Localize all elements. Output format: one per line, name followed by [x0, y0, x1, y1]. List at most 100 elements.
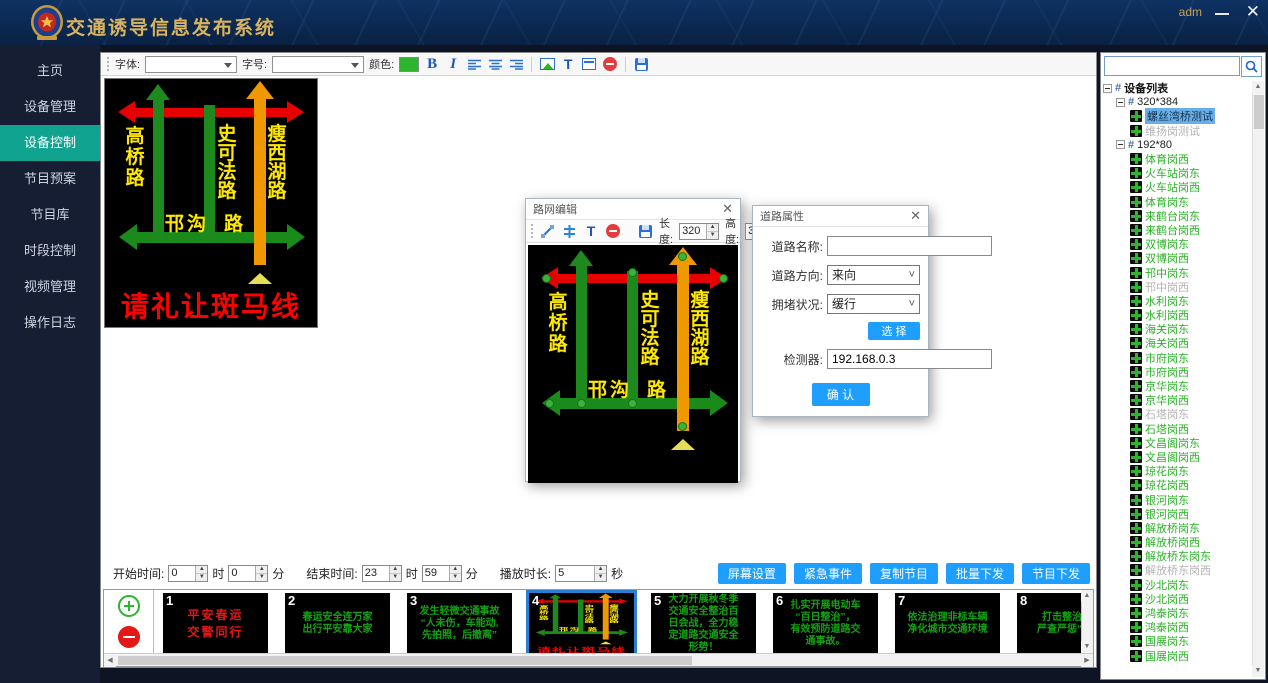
program-thumb-1[interactable]: 1平安春运交警同行 — [163, 593, 268, 653]
start-minute-stepper[interactable]: 0▲▼ — [228, 565, 268, 582]
user-name[interactable]: adm — [1179, 5, 1202, 19]
color-swatch[interactable] — [399, 57, 419, 72]
select-button[interactable]: 选 择 — [868, 322, 920, 340]
map-node-handle[interactable] — [678, 252, 687, 261]
tree-item[interactable]: 来鹤台岗东 — [1130, 209, 1251, 223]
editor-canvas[interactable]: 高桥路 史可法路 瘦西湖路 邗沟 路 请礼让斑马线 — [528, 245, 738, 483]
tree-item[interactable]: 银河岗西 — [1130, 507, 1251, 521]
bold-button[interactable]: B — [424, 55, 440, 73]
tree-item[interactable]: 解放桥东岗东 — [1130, 549, 1251, 563]
tree-item[interactable]: 银河岗东 — [1130, 492, 1251, 506]
tree-root[interactable]: #设备列表 — [1103, 81, 1251, 95]
font-select[interactable] — [145, 56, 237, 73]
confirm-button[interactable]: 确 认 — [812, 383, 870, 406]
font-size-select[interactable] — [272, 56, 364, 73]
sidebar-item-6[interactable]: 视频管理 — [0, 269, 100, 305]
program-thumb-2[interactable]: 2春运安全连万家出行平安靠大家 — [285, 593, 390, 653]
sidebar-item-4[interactable]: 节目库 — [0, 197, 100, 233]
close-icon[interactable]: ✕ — [910, 208, 921, 224]
tree-item[interactable]: 邗中岗东 — [1130, 265, 1251, 279]
program-send-button[interactable]: 节目下发 — [1022, 563, 1090, 584]
collapse-icon[interactable] — [1103, 84, 1112, 93]
tree-item[interactable]: 体育岗西 — [1130, 152, 1251, 166]
sidebar-item-2[interactable]: 设备控制 — [0, 125, 100, 161]
remove-program-button[interactable] — [118, 626, 140, 648]
scroll-right-icon[interactable]: ▶ — [1081, 655, 1093, 667]
program-thumb-8[interactable]: 8打击整治“…严查严惩“机… — [1017, 593, 1081, 653]
collapse-icon[interactable] — [1116, 98, 1125, 107]
tree-item[interactable]: 双博岗东 — [1130, 237, 1251, 251]
program-thumb-3[interactable]: 3发生轻微交通事故“人未伤，车能动,先拍照，后撤离” — [407, 593, 512, 653]
draw-road-button[interactable] — [561, 222, 577, 240]
italic-button[interactable]: I — [445, 55, 461, 73]
tree-group-1[interactable]: #192*80 — [1116, 138, 1251, 152]
end-minute-stepper[interactable]: 59▲▼ — [422, 565, 462, 582]
tree-item[interactable]: 解放桥岗西 — [1130, 535, 1251, 549]
tree-item[interactable]: 火车站岗东 — [1130, 166, 1251, 180]
tree-item[interactable]: 京华岗东 — [1130, 379, 1251, 393]
dialog-titlebar[interactable]: 道路属性 ✕ — [753, 206, 928, 227]
scroll-up-icon[interactable]: ▲ — [1081, 590, 1093, 602]
map-node-handle[interactable] — [542, 274, 551, 283]
minimize-icon[interactable] — [1214, 8, 1230, 20]
save-button[interactable] — [637, 222, 653, 240]
road-name-input[interactable] — [827, 236, 992, 256]
tree-item[interactable]: 沙北岗东 — [1130, 578, 1251, 592]
align-center-button[interactable] — [487, 55, 503, 73]
insert-image-button[interactable] — [539, 55, 555, 73]
tree-item[interactable]: 文昌阁岗西 — [1130, 450, 1251, 464]
batch-send-button[interactable]: 批量下发 — [946, 563, 1014, 584]
tree-item[interactable]: 海关岗西 — [1130, 336, 1251, 350]
detector-input[interactable] — [827, 349, 992, 369]
sidebar-item-1[interactable]: 设备管理 — [0, 89, 100, 125]
insert-text-button[interactable]: T — [560, 55, 576, 73]
map-node-handle[interactable] — [577, 399, 586, 408]
add-program-button[interactable] — [118, 595, 140, 617]
tree-item[interactable]: 琼花岗西 — [1130, 478, 1251, 492]
tree-item[interactable]: 维扬岗测试 — [1130, 124, 1251, 138]
delete-item-button[interactable] — [605, 222, 621, 240]
scroll-left-icon[interactable]: ◀ — [104, 655, 116, 667]
tree-item[interactable]: 火车站岗西 — [1130, 180, 1251, 194]
save-button[interactable] — [633, 55, 649, 73]
add-text-button[interactable]: T — [583, 222, 599, 240]
tree-item[interactable]: 石塔岗东 — [1130, 407, 1251, 421]
program-strip-horizontal-scrollbar[interactable]: ◀ ▶ — [104, 653, 1093, 666]
emergency-event-button[interactable]: 紧急事件 — [794, 563, 862, 584]
map-node-handle[interactable] — [719, 274, 728, 283]
tree-item[interactable]: 鸿泰岗东 — [1130, 606, 1251, 620]
draw-line-button[interactable] — [539, 222, 555, 240]
sidebar-item-0[interactable]: 主页 — [0, 53, 100, 89]
device-tree-scrollbar[interactable]: ▲ ▼ — [1252, 81, 1264, 677]
copy-program-button[interactable]: 复制节目 — [870, 563, 938, 584]
sidebar-item-3[interactable]: 节目预案 — [0, 161, 100, 197]
end-hour-stepper[interactable]: 23▲▼ — [362, 565, 402, 582]
length-stepper[interactable]: 320▲▼ — [679, 223, 719, 240]
program-thumb-7[interactable]: 7依法治理非标车辆净化城市交通环境 — [895, 593, 1000, 653]
program-thumb-5[interactable]: 5大力开展秋冬季交通安全整治百日会战，全力稳定道路交通安全形势！ — [651, 593, 756, 653]
duration-stepper[interactable]: 5▲▼ — [555, 565, 607, 582]
tree-item[interactable]: 沙北岗西 — [1130, 592, 1251, 606]
tree-item[interactable]: 邗中岗西 — [1130, 280, 1251, 294]
tree-item[interactable]: 双博岗西 — [1130, 251, 1251, 265]
tree-item[interactable]: 文昌阁岗东 — [1130, 436, 1251, 450]
scrollbar-thumb[interactable] — [1254, 95, 1264, 129]
sidebar-item-7[interactable]: 操作日志 — [0, 305, 100, 341]
tree-item[interactable]: 琼花岗东 — [1130, 464, 1251, 478]
tree-item[interactable]: 来鹤台岗西 — [1130, 223, 1251, 237]
align-right-button[interactable] — [508, 55, 524, 73]
tree-item[interactable]: 水利岗西 — [1130, 308, 1251, 322]
align-left-button[interactable] — [466, 55, 482, 73]
program-thumb-6[interactable]: 6扎实开展电动车“百日整治”，有效预防道路交通事故。 — [773, 593, 878, 653]
screen-layout-button[interactable] — [581, 55, 597, 73]
map-node-handle[interactable] — [545, 399, 554, 408]
tree-item[interactable]: 解放桥东岗西 — [1130, 563, 1251, 577]
tree-item[interactable]: 螺丝湾桥测试 — [1130, 109, 1251, 123]
tree-item[interactable]: 市府岗西 — [1130, 365, 1251, 379]
dialog-titlebar[interactable]: 路网编辑 ✕ — [526, 199, 740, 220]
collapse-icon[interactable] — [1116, 140, 1125, 149]
tree-item[interactable]: 国展岗西 — [1130, 649, 1251, 663]
tree-item[interactable]: 鸿泰岗西 — [1130, 620, 1251, 634]
congestion-select[interactable]: 缓行 — [827, 294, 920, 314]
tree-item[interactable]: 石塔岗西 — [1130, 422, 1251, 436]
